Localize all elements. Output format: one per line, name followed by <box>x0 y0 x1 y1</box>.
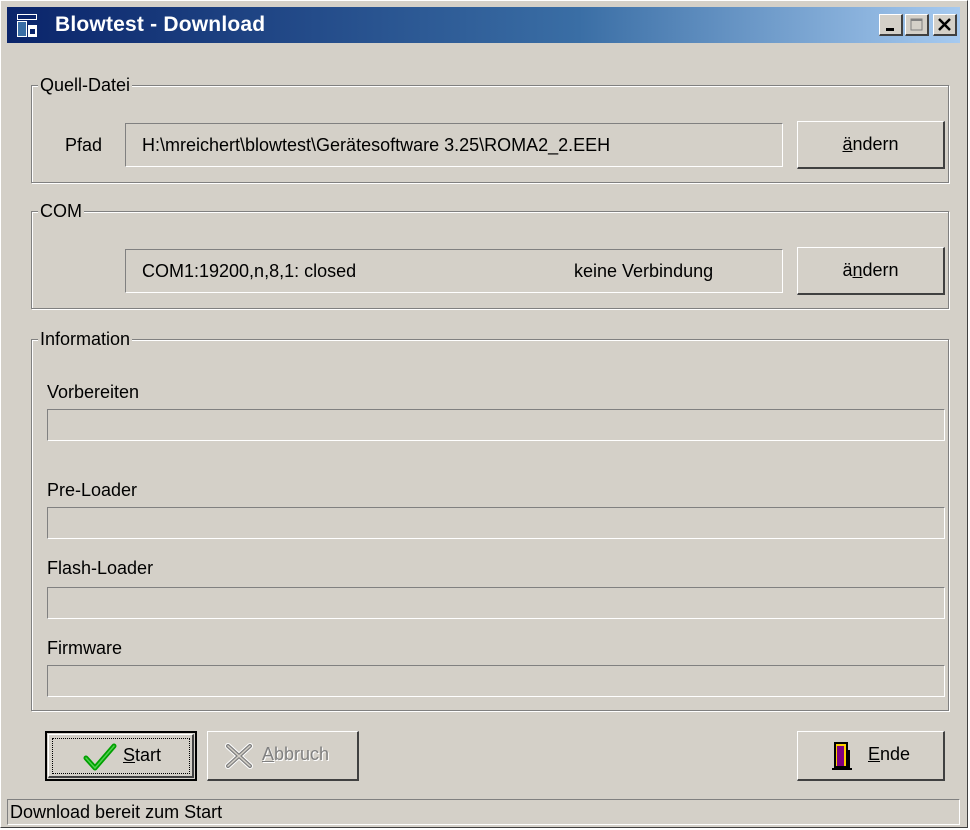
step-label-flash-loader: Flash-Loader <box>47 558 154 578</box>
cross-icon <box>225 743 253 769</box>
connection-status: keine Verbindung <box>574 261 714 281</box>
path-field[interactable]: H:\mreichert\blowtest\Gerätesoftware 3.2… <box>125 123 783 167</box>
exit-door-icon <box>832 742 852 770</box>
path-value: H:\mreichert\blowtest\Gerätesoftware 3.2… <box>142 135 611 155</box>
close-icon <box>938 18 951 31</box>
com-status-field: COM1:19200,n,8,1: closed keine Verbindun… <box>125 249 783 293</box>
close-button[interactable] <box>933 14 957 36</box>
step-label-pre-loader: Pre-Loader <box>47 480 138 500</box>
information-group-label: Information <box>38 328 133 350</box>
step-label-vorbereiten: Vorbereiten <box>47 382 140 402</box>
change-com-button[interactable]: ändern <box>797 247 945 295</box>
com-port-status: COM1:19200,n,8,1: closed <box>142 261 357 281</box>
mnemonic-letter: n <box>852 260 863 280</box>
checkmark-icon <box>83 743 117 771</box>
step-label-firmware: Firmware <box>47 638 122 658</box>
app-icon <box>17 14 37 37</box>
status-text: Download bereit zum Start <box>10 802 223 822</box>
status-bar: Download bereit zum Start <box>7 799 960 825</box>
window-title: Blowtest - Download <box>55 13 266 36</box>
maximize-button[interactable] <box>905 14 929 36</box>
com-group-label: COM <box>38 200 84 222</box>
maximize-icon <box>910 18 923 31</box>
progress-bar-pre-loader <box>47 507 945 539</box>
abort-button[interactable]: Abbruch <box>207 731 359 781</box>
abort-button-label: Abbruch <box>262 744 330 764</box>
focus-rectangle <box>52 738 190 774</box>
mnemonic-letter: ä <box>842 134 853 154</box>
end-button-label: Ende <box>868 744 911 764</box>
path-label: Pfad <box>65 135 103 155</box>
main-window: Blowtest - Download Quell-Datei Pfad H:\… <box>0 0 968 828</box>
source-file-group-label: Quell-Datei <box>38 74 133 96</box>
end-button[interactable]: Ende <box>797 731 945 781</box>
progress-bar-vorbereiten <box>47 409 945 441</box>
minimize-icon <box>886 28 894 31</box>
start-button-label: Start <box>123 745 162 765</box>
start-button[interactable]: Start <box>45 731 197 781</box>
minimize-button[interactable] <box>879 14 903 36</box>
progress-bar-firmware <box>47 665 945 697</box>
change-path-button[interactable]: ändern <box>797 121 945 169</box>
title-bar[interactable]: Blowtest - Download <box>7 7 960 43</box>
progress-bar-flash-loader <box>47 587 945 619</box>
